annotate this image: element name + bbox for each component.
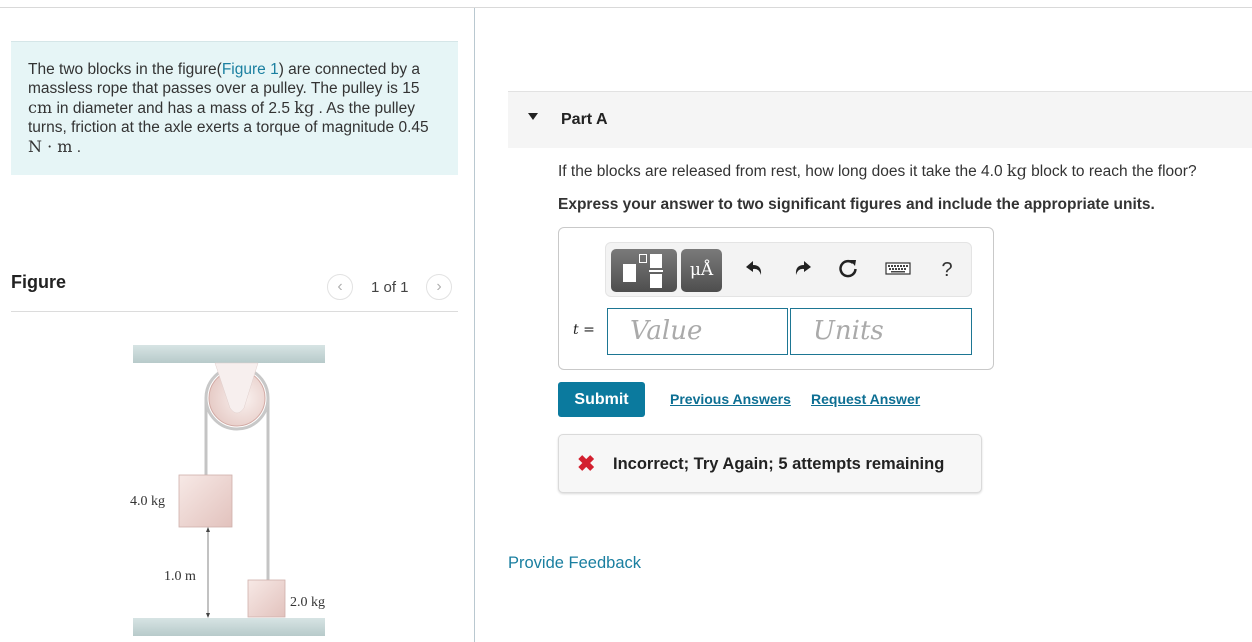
unit-newton-meter: N · m [28,137,73,156]
part-a-header[interactable]: Part A [508,91,1252,148]
equals-sign: = [578,322,595,338]
submit-button[interactable]: Submit [558,382,645,417]
provide-feedback-link[interactable]: Provide Feedback [508,554,641,573]
unit-kg: kg [294,98,315,117]
block-2kg [247,579,286,618]
label-height: 1.0 m [164,569,196,584]
pane-divider [474,8,475,642]
feedback-message: Incorrect; Try Again; 5 attempts remaini… [613,455,945,473]
problem-text: . [72,139,82,156]
problem-text: in diameter and has a mass of 2.5 [52,100,295,117]
figure-next-button[interactable]: › [426,274,452,300]
templates-button[interactable] [611,249,677,292]
problem-statement: The two blocks in the figure(Figure 1) a… [11,41,458,175]
redo-icon [795,261,811,275]
top-rule [0,7,1252,8]
question-text: If the blocks are released from rest, ho… [558,161,1197,181]
figure-prev-button[interactable]: ‹ [327,274,353,300]
keyboard-button[interactable] [884,257,912,283]
undo-icon [746,261,762,275]
caret-down-icon[interactable] [528,113,538,120]
units-input[interactable]: Units [790,308,972,355]
floor [133,618,325,636]
answer-box: μÅ ? t = Value Units [558,227,994,370]
previous-answers-link[interactable]: Previous Answers [670,391,791,407]
figure-counter: 1 of 1 [371,279,409,296]
block-4kg [178,474,233,528]
reset-button[interactable] [835,257,861,283]
feedback-message-box: ✖ Incorrect; Try Again; 5 attempts remai… [558,434,982,493]
redo-button[interactable] [789,257,815,283]
variable-label: t = [573,322,595,338]
question-part: If the blocks are released from rest, ho… [558,163,1007,180]
unit-cm: cm [28,98,53,117]
units-button[interactable]: μÅ [681,249,722,292]
figure-header: Figure ‹ 1 of 1 › [11,270,458,312]
question-part: block to reach the floor? [1026,163,1197,180]
help-button[interactable]: ? [934,257,960,283]
value-input[interactable]: Value [607,308,788,355]
figure-title: Figure [11,272,67,292]
keyboard-icon [885,262,911,275]
label-mass-right: 2.0 kg [290,595,325,610]
figure-link[interactable]: Figure 1 [222,61,279,78]
template-icon [623,264,636,282]
problem-text: The two blocks in the figure( [28,61,222,78]
ceiling [133,345,325,363]
request-answer-link[interactable]: Request Answer [811,391,920,407]
reset-icon [839,259,857,278]
part-title: Part A [561,111,608,128]
error-x-icon: ✖ [577,451,596,476]
undo-button[interactable] [742,257,768,283]
math-toolbar: μÅ ? [605,242,972,297]
chevron-left-icon: ‹ [337,278,343,295]
instruction-text: Express your answer to two significant f… [558,196,1155,213]
chevron-right-icon: › [436,278,442,295]
label-mass-left: 4.0 kg [130,494,165,509]
unit-kg: kg [1006,161,1027,180]
pulley-figure: 4.0 kg 1.0 m 2.0 kg [130,345,325,636]
